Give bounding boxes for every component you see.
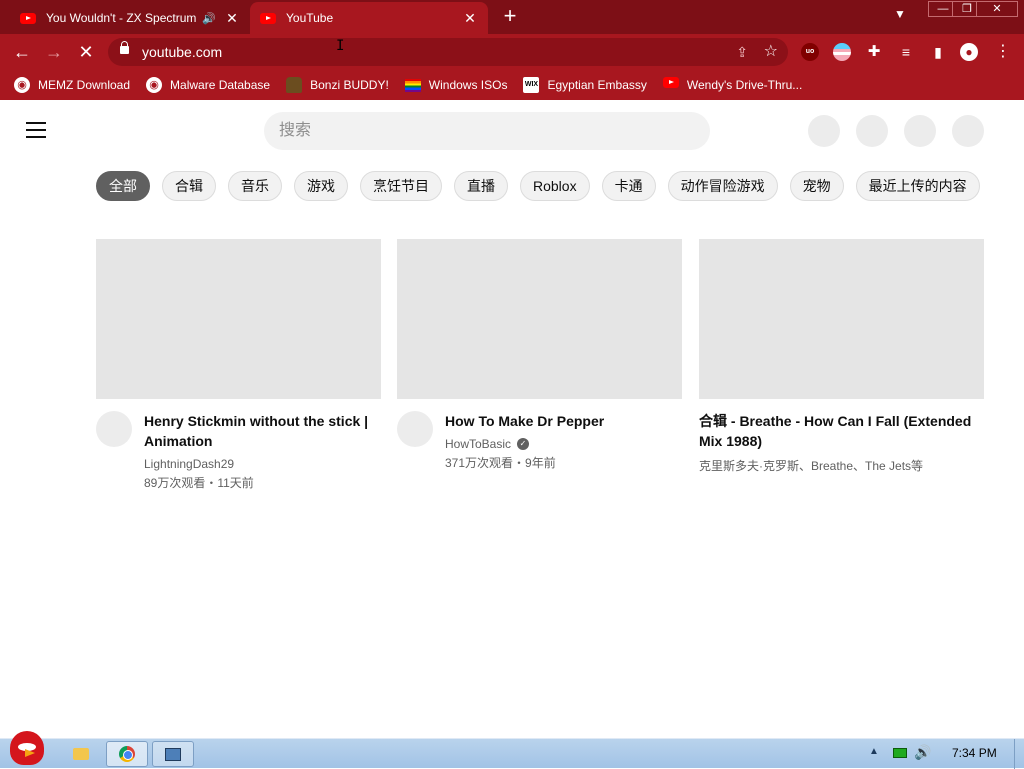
loading-placeholder-icon [808, 115, 840, 147]
chip-recently-uploaded[interactable]: 最近上传的内容 [855, 171, 980, 201]
chip-live[interactable]: 直播 [454, 171, 508, 201]
video-card[interactable]: How To Make Dr Pepper HowToBasic ✓ 371万次… [397, 239, 682, 471]
wix-icon: WIX [523, 77, 540, 93]
puzzle-icon[interactable]: ✚ [865, 43, 883, 61]
video-thumbnail[interactable] [397, 239, 682, 399]
bookmark-label: Malware Database [170, 78, 271, 92]
video-stats: 89万次观看・11天前 [144, 476, 254, 490]
url-text[interactable]: youtube.com [142, 44, 222, 60]
side-panel-icon[interactable]: ▮ [929, 43, 947, 61]
video-thumbnail[interactable] [96, 239, 381, 399]
video-title[interactable]: 合辑 - Breathe - How Can I Fall (Extended … [699, 411, 984, 451]
speaker-icon[interactable]: 🔊 [202, 12, 216, 25]
volume-icon[interactable]: 🔊 [914, 744, 931, 761]
taskbar-window-app[interactable] [152, 741, 194, 767]
category-chip-bar: 全部 合辑 音乐 游戏 烹饪节目 直播 Roblox 卡通 动作冒险游戏 宠物 … [96, 171, 1004, 203]
chip-cartoons[interactable]: 卡通 [601, 171, 656, 201]
bookmark-windows-isos[interactable]: Windows ISOs [404, 78, 508, 92]
share-icon[interactable]: ⇪ [736, 38, 748, 66]
chip-all[interactable]: 全部 [96, 171, 150, 201]
taskbar-explorer[interactable] [60, 741, 102, 767]
chrome-icon [119, 746, 135, 762]
taskbar-chrome[interactable] [106, 741, 148, 767]
profile-icon[interactable]: ● [960, 43, 978, 61]
lock-icon[interactable] [120, 41, 129, 54]
address-bar[interactable]: youtube.com ⇪ ☆ [108, 38, 788, 66]
channel-name[interactable]: 克里斯多夫·克罗斯、Breathe、The Jets等 [699, 457, 923, 474]
more-menu-icon[interactable]: ⋮ [994, 43, 1012, 61]
tab-youtube[interactable]: YouTube ✕ [250, 2, 488, 34]
video-card[interactable]: Henry Stickmin without the stick | Anima… [96, 239, 381, 491]
new-tab-button[interactable]: + [498, 5, 522, 29]
loading-placeholder-icon [856, 115, 888, 147]
tab-you-wouldnt[interactable]: You Wouldn't - ZX Spectrum 🔊 ✕ [10, 2, 250, 34]
rainbow-flag-icon [404, 78, 421, 92]
youtube-icon [20, 12, 36, 24]
bookmark-label: Egyptian Embassy [547, 78, 647, 92]
tab-strip: You Wouldn't - ZX Spectrum 🔊 ✕ YouTube ✕… [0, 0, 1024, 34]
video-stats: 371万次观看・9年前 [445, 456, 556, 470]
bookmark-label: Bonzi BUDDY! [310, 78, 389, 92]
bookmark-egyptian-embassy[interactable]: WIX Egyptian Embassy [523, 77, 647, 93]
taskbar: ▲ 🔊 7:34 PM [0, 731, 1024, 769]
globe-icon: ◉ [14, 77, 30, 93]
folder-icon [73, 748, 89, 760]
bookmark-label: Wendy's Drive-Thru... [686, 78, 803, 92]
battery-icon[interactable] [893, 748, 907, 758]
loading-placeholder-icon [952, 115, 984, 147]
clock[interactable]: 7:34 PM [952, 746, 997, 760]
bookmark-malware-database[interactable]: ◉ Malware Database [146, 77, 270, 93]
ublock-icon[interactable]: uo [801, 43, 819, 61]
video-thumbnail[interactable] [699, 239, 984, 399]
chip-music[interactable]: 音乐 [228, 171, 282, 201]
chip-mixes[interactable]: 合辑 [162, 171, 216, 201]
chip-cooking[interactable]: 烹饪节目 [360, 171, 442, 201]
text-cursor-icon: I [336, 38, 345, 54]
verified-icon: ✓ [517, 438, 530, 450]
close-tab-icon[interactable]: ✕ [224, 10, 240, 27]
bookmark-label: Windows ISOs [428, 78, 508, 92]
channel-name[interactable]: HowToBasic [445, 437, 511, 451]
chevron-down-icon[interactable]: ▼ [894, 7, 906, 21]
window-app-icon [165, 747, 181, 761]
tab-title: You Wouldn't - ZX Spectrum [46, 11, 197, 25]
chip-action-adventure[interactable]: 动作冒险游戏 [667, 171, 778, 201]
video-title[interactable]: How To Make Dr Pepper [445, 411, 682, 431]
channel-name[interactable]: LightningDash29 [144, 457, 234, 471]
angry-bird-icon [10, 731, 44, 765]
star-icon[interactable]: ☆ [764, 38, 778, 66]
loading-placeholder-icon [904, 115, 936, 147]
close-tab-icon[interactable]: ✕ [462, 10, 478, 27]
tray-expand-icon[interactable]: ▲ [869, 746, 879, 757]
chip-games[interactable]: 游戏 [294, 171, 348, 201]
globe-icon: ◉ [146, 77, 163, 93]
browser-toolbar: ← → ✕ youtube.com ⇪ ☆ uo ✚ ≡ ▮ ● ⋮ [0, 34, 1024, 70]
youtube-icon [662, 77, 679, 93]
search-input[interactable]: 搜索 [264, 112, 710, 150]
hamburger-menu-icon[interactable] [26, 122, 46, 138]
bookmark-wendys-drive-thru[interactable]: Wendy's Drive-Thru... [662, 77, 803, 93]
video-title[interactable]: Henry Stickmin without the stick | Anima… [144, 411, 381, 451]
chip-pets[interactable]: 宠物 [789, 171, 844, 201]
forward-arrow-icon[interactable]: → [42, 40, 66, 64]
bonzi-icon [286, 77, 303, 93]
channel-avatar[interactable] [397, 411, 433, 447]
media-control-icon[interactable]: ≡ [897, 43, 915, 61]
bookmarks-bar: ◉ MEMZ Download ◉ Malware Database Bonzi… [0, 70, 1024, 100]
start-button[interactable] [2, 731, 48, 769]
flag-extension-icon[interactable] [833, 43, 851, 61]
chip-roblox[interactable]: Roblox [520, 171, 590, 201]
show-desktop-button[interactable] [1014, 739, 1024, 769]
close-window-button[interactable]: ✕ [976, 1, 1018, 17]
tab-title: YouTube [286, 11, 334, 25]
stop-loading-icon[interactable]: ✕ [74, 40, 98, 64]
bookmark-memz-download[interactable]: ◉ MEMZ Download [14, 77, 130, 93]
video-card[interactable]: 合辑 - Breathe - How Can I Fall (Extended … [699, 239, 984, 474]
back-arrow-icon[interactable]: ← [10, 40, 34, 64]
channel-avatar[interactable] [96, 411, 132, 447]
bookmark-bonzi-buddy[interactable]: Bonzi BUDDY! [286, 77, 389, 93]
youtube-icon [260, 12, 276, 24]
bookmark-label: MEMZ Download [38, 78, 131, 92]
